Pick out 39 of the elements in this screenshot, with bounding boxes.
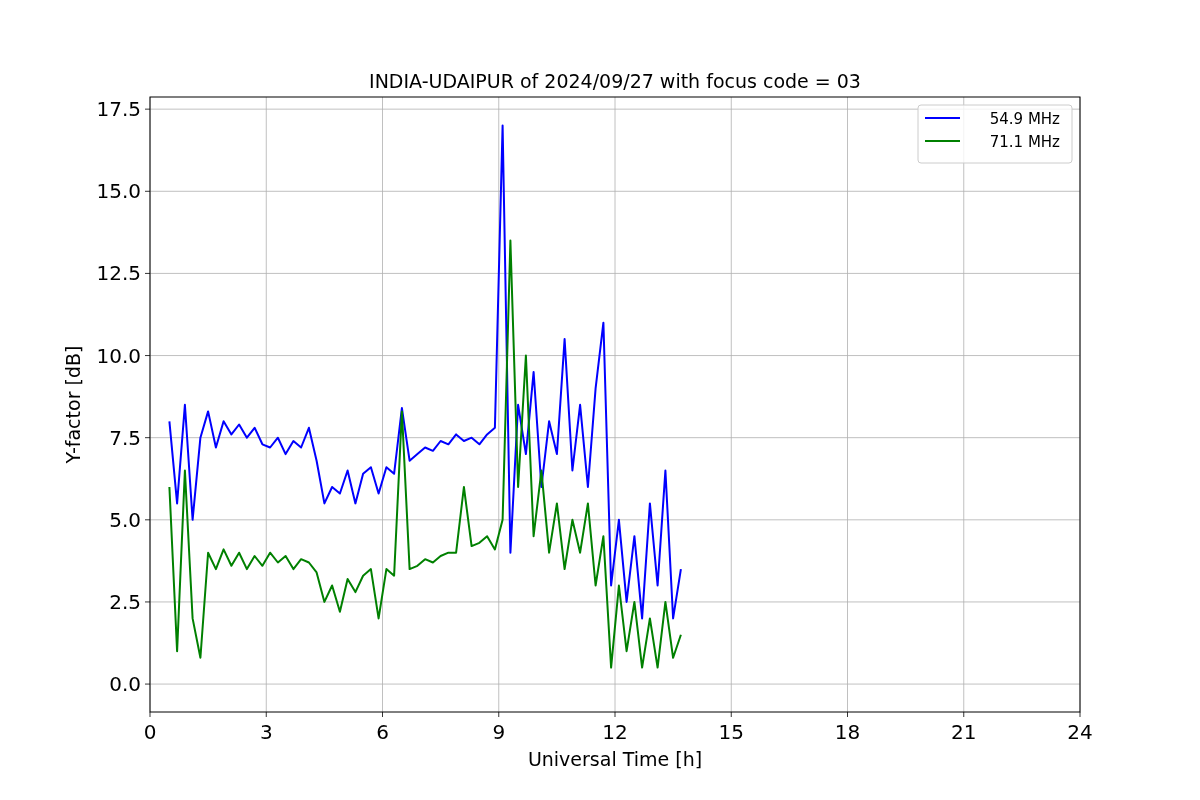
x-tick-label: 24 (1067, 720, 1093, 744)
x-axis-label: Universal Time [h] (527, 748, 703, 770)
tick-mark (963, 711, 965, 718)
y-axis-label: Y-factor [dB] (62, 345, 84, 464)
tick-mark (144, 437, 151, 439)
x-tick-label: 6 (376, 720, 389, 744)
tick-mark (1079, 711, 1081, 718)
tick-mark (144, 273, 151, 274)
x-tick-label: 9 (492, 720, 506, 744)
tick-mark (144, 108, 151, 110)
tick-mark (382, 711, 383, 718)
y-tick-label: 0.0 (109, 672, 141, 697)
tick-mark (847, 711, 848, 718)
x-tick-label: 18 (834, 720, 861, 744)
tick-mark (265, 711, 267, 718)
y-tick-label: 10.0 (96, 343, 141, 368)
y-tick-label: 7.5 (109, 425, 141, 450)
tick-mark (144, 190, 151, 192)
legend-label: 71.1 MHz (989, 133, 1060, 151)
tick-mark (144, 601, 151, 603)
y-tick-label: 15.0 (96, 179, 141, 204)
x-tick-label: 0 (143, 720, 157, 744)
tick-mark (144, 519, 151, 521)
tick-mark (730, 711, 732, 718)
y-tick-label: 5.0 (109, 507, 141, 532)
tick-mark (149, 711, 151, 718)
y-tick-label: 2.5 (109, 589, 141, 614)
tick-mark (614, 711, 616, 718)
y-tick-label: 12.5 (96, 261, 141, 286)
x-tick-label: 12 (602, 720, 628, 744)
tick-mark (144, 683, 151, 685)
tick-mark (498, 711, 500, 718)
tick-mark (144, 355, 151, 356)
x-tick-label: 21 (951, 720, 977, 744)
chart-title: INDIA-UDAIPUR of 2024/09/27 with focus code = 03 (369, 70, 861, 92)
legend-label: 54.9 MHz (989, 110, 1060, 128)
x-tick-label: 3 (259, 720, 273, 744)
y-tick-label: 17.5 (96, 97, 141, 122)
x-tick-label: 15 (718, 720, 744, 744)
